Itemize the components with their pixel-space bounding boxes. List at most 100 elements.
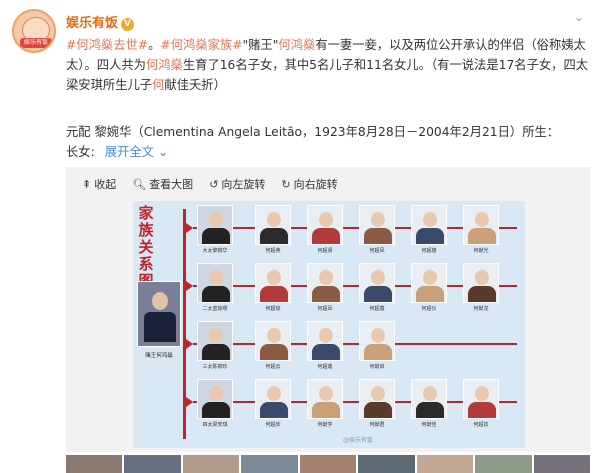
family-tree-title: 家族关系图 — [138, 204, 154, 290]
mother-caption: 大太黎婉华 — [202, 248, 228, 254]
child-caption: 何超妏 — [473, 422, 489, 428]
child-photo — [255, 379, 291, 419]
photo-head — [371, 212, 385, 227]
photo-head — [423, 270, 437, 285]
collapse-icon: ⇞ — [82, 177, 92, 191]
photo-body — [312, 228, 340, 244]
photo-body — [416, 228, 444, 244]
child-caption: 何超雄 — [421, 248, 437, 254]
avatar[interactable]: 娱乐有饭 — [12, 9, 56, 53]
post-line-mother: 元配 黎婉华（Clementina Angela Leitão，1923年8月2… — [66, 125, 560, 139]
child-photo — [359, 321, 395, 361]
photo-body — [202, 344, 230, 360]
photo-head — [475, 270, 489, 285]
spacer: 。 — [148, 38, 161, 52]
photo-head — [267, 328, 281, 343]
name-highlight: 何鸿燊 — [145, 58, 183, 72]
view-large-button[interactable]: 🔍︎ 查看大图 — [132, 176, 193, 192]
thumbnail[interactable] — [66, 455, 123, 473]
rotate-right-button[interactable]: ↻ 向右旋转 — [281, 176, 337, 192]
thumbnail[interactable] — [299, 455, 357, 473]
child-caption: 何猷龙 — [473, 306, 489, 312]
photo-body — [312, 402, 340, 418]
child-photo — [255, 205, 291, 245]
thumbnail-strip — [66, 455, 590, 473]
photo-body — [312, 286, 340, 302]
child-photo — [463, 379, 499, 419]
mother-caption: 三太陈婉珍 — [202, 364, 228, 370]
name-highlight: 何 — [152, 78, 165, 92]
more-options-icon[interactable]: ⌄ — [574, 10, 588, 24]
photo-head — [152, 292, 168, 310]
child-photo — [307, 379, 343, 419]
rotate-left-icon: ↺ — [209, 177, 219, 191]
mother-photo — [197, 321, 233, 361]
photo-body — [260, 344, 288, 360]
tree-arrow — [186, 397, 193, 407]
expand-label[interactable]: 展开全文 — [105, 145, 154, 159]
author-name[interactable]: 娱乐有饭 V — [66, 12, 135, 31]
family-tree-image[interactable]: 家族关系图 赌王何鸿燊 大太黎婉华何超英何超贤何超凤何超雄何猷光二太蓝琼缨何超琼… — [133, 201, 525, 448]
child-photo — [463, 263, 499, 303]
zoom-icon: 🔍︎ — [132, 177, 147, 191]
thumbnail[interactable] — [241, 455, 298, 473]
photo-head — [267, 212, 281, 227]
child-caption: 何超莲 — [317, 364, 333, 370]
child-photo — [307, 321, 343, 361]
child-photo — [359, 263, 395, 303]
child-caption: 何猷启 — [369, 364, 385, 370]
thumbnail[interactable] — [124, 455, 181, 473]
watermark: @娱乐有饭 — [343, 437, 374, 444]
quote-title: "赌王" — [242, 38, 279, 52]
child-photo — [255, 263, 291, 303]
thumbnail[interactable] — [475, 455, 532, 473]
child-caption: 何超英 — [265, 248, 281, 254]
child-caption: 何超仪 — [421, 306, 437, 312]
photo-body — [364, 228, 392, 244]
expand-link[interactable]: 展开全文 ⌄ — [105, 145, 168, 159]
child-caption: 何猷光 — [473, 248, 489, 254]
avatar-badge: 娱乐有饭 — [20, 38, 52, 48]
child-photo — [307, 263, 343, 303]
thumbnail[interactable] — [416, 455, 474, 473]
photo-head — [371, 270, 385, 285]
hashtag-link[interactable]: #何鸿燊家族# — [160, 38, 242, 52]
child-photo — [359, 205, 395, 245]
thumbnail[interactable] — [358, 455, 415, 473]
child-photo — [359, 379, 395, 419]
photo-body — [364, 286, 392, 302]
tree-branch — [193, 343, 517, 345]
father-photo — [137, 281, 181, 347]
photo-head — [209, 386, 223, 401]
child-caption: 何超蕸 — [369, 306, 385, 312]
mother-photo — [197, 263, 233, 303]
photo-head — [319, 328, 333, 343]
photo-body — [260, 228, 288, 244]
photo-head — [475, 212, 489, 227]
eldest-label: 长女: — [66, 145, 95, 159]
tree-arrow — [186, 281, 193, 291]
hashtag-link[interactable]: #何鸿燊去世# — [66, 38, 148, 52]
photo-head — [371, 328, 385, 343]
photo-head — [319, 270, 333, 285]
chevron-down-icon: ⌄ — [153, 145, 169, 159]
media-viewer: ⇞收起 🔍︎查看大图 ↺向左旋转 ↻向右旋转 家族关系图 赌王何鸿燊 大太黎婉华… — [66, 167, 590, 452]
photo-head — [267, 386, 281, 401]
post-line-eldest: 长女: 展开全文 ⌄ — [66, 142, 168, 160]
photo-head — [423, 386, 437, 401]
thumbnail[interactable] — [533, 455, 590, 473]
view-large-label: 查看大图 — [149, 178, 194, 191]
collapse-button[interactable]: ⇞ 收起 — [82, 176, 116, 192]
child-caption: 何超欣 — [265, 422, 281, 428]
photo-head — [423, 212, 437, 227]
thumbnail[interactable] — [182, 455, 240, 473]
child-photo — [463, 205, 499, 245]
author-name-text[interactable]: 娱乐有饭 — [66, 16, 118, 31]
rotate-right-icon: ↻ — [281, 177, 291, 191]
photo-body — [416, 286, 444, 302]
rotate-left-button[interactable]: ↺ 向左旋转 — [209, 176, 265, 192]
child-caption: 何超凤 — [317, 306, 333, 312]
child-photo — [411, 379, 447, 419]
photo-body — [468, 228, 496, 244]
photo-head — [267, 270, 281, 285]
